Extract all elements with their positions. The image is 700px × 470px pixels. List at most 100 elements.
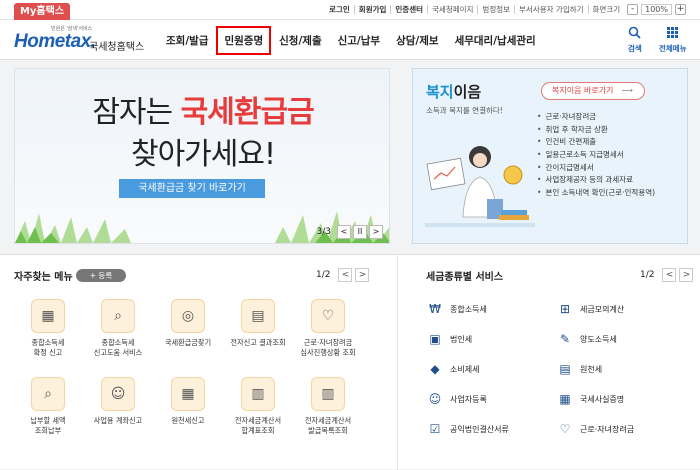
favorite-item-label: 전자신고 결과조회 bbox=[230, 338, 286, 347]
favorite-item-label: 종합소득세 확정 신고 bbox=[31, 338, 65, 357]
search-icon bbox=[628, 26, 642, 43]
favorite-item-label: 사업용 계좌신고 bbox=[93, 416, 143, 425]
signup-link[interactable]: 회원가입 bbox=[355, 5, 392, 14]
document-edit-icon: ✎ bbox=[559, 332, 571, 346]
banner-pause-button[interactable]: II bbox=[353, 225, 367, 239]
welfare-list: 근로·자녀장려금 취업 후 학자금 상환 인건비 간편제출 일용근로소득 지급명… bbox=[537, 111, 655, 200]
building-icon: ▣ bbox=[429, 332, 441, 346]
cert-center-link[interactable]: 인증센터 bbox=[391, 5, 429, 14]
register-favorite-button[interactable]: + 등록 bbox=[76, 269, 126, 282]
favorite-item-incentive-status[interactable]: ♡ 근로·자녀장려금 심사진행상황 조회 bbox=[294, 299, 362, 358]
service-label: 소비제세 bbox=[450, 364, 480, 374]
welfare-link-button[interactable]: 복지이음 바로가기 ⟶ bbox=[541, 82, 645, 100]
favorite-item-label: 납부할 세액 조회납부 bbox=[30, 416, 66, 435]
utility-links: 로그인 회원가입 인증센터 국세청페이지 범정정보 부서사용자 가입하기 화면크… bbox=[325, 4, 686, 15]
favorite-item-income-tax-help[interactable]: ⌕ 종합소득세 신고도움 서비스 bbox=[84, 299, 152, 358]
welfare-item[interactable]: 사업장제공자 등의 과세자료 bbox=[537, 174, 655, 187]
nav-apply-submit[interactable]: 신청/제출 bbox=[271, 33, 329, 48]
banner-next-button[interactable]: > bbox=[369, 225, 383, 239]
favorite-item-einvoice-list[interactable]: ▥ 전자세금계산서 발급목록조회 bbox=[294, 377, 362, 436]
welfare-item[interactable]: 취업 후 학자금 상환 bbox=[537, 124, 655, 137]
grid-icon bbox=[659, 26, 687, 43]
welfare-subtitle: 소득과 복지를 연결하다! bbox=[426, 106, 503, 115]
invoice-icon: ▥ bbox=[241, 377, 275, 411]
favorite-item-einvoice-summary[interactable]: ▥ 전자세금계산서 합계표조회 bbox=[224, 377, 292, 436]
nav-tax-agent[interactable]: 세무대리/납세관리 bbox=[447, 33, 544, 48]
services-pager: 1/2 < > bbox=[640, 268, 694, 282]
zoom-out-button[interactable]: - bbox=[627, 4, 639, 15]
heart-icon: ♡ bbox=[559, 422, 571, 436]
arrow-right-icon: ⟶ bbox=[621, 86, 633, 95]
favorites-title: 자주찾는 메뉴 bbox=[14, 272, 73, 283]
banner-highlight: 국세환급금 bbox=[180, 95, 315, 130]
banner-prev-button[interactable]: < bbox=[337, 225, 351, 239]
dept-user-signup-link[interactable]: 부서사용자 가입하기 bbox=[515, 5, 589, 14]
top-utility-bar: My홈택스 로그인 회원가입 인증센터 국세청페이지 범정정보 부서사용자 가입… bbox=[0, 0, 700, 20]
services-prev-button[interactable]: < bbox=[662, 268, 677, 282]
law-info-link[interactable]: 범정정보 bbox=[478, 5, 516, 14]
calendar-icon: ▦ bbox=[171, 377, 205, 411]
welfare-item[interactable]: 일용근로소득 지급명세서 bbox=[537, 149, 655, 162]
service-label: 원천세 bbox=[580, 364, 603, 374]
service-label: 사업자등록 bbox=[450, 394, 487, 404]
woman-illustration bbox=[425, 146, 535, 227]
service-label: 종합소득세 bbox=[450, 304, 487, 314]
login-link[interactable]: 로그인 bbox=[325, 5, 355, 14]
welfare-title-a: 복지 bbox=[426, 83, 454, 101]
welfare-item[interactable]: 본인 소득내역 확인(근로·인적용역) bbox=[537, 187, 655, 200]
service-consumption-tax[interactable]: ◆ 소비제세 bbox=[426, 359, 479, 379]
service-label: 세금모의계산 bbox=[580, 304, 625, 314]
invoice-icon: ▥ bbox=[311, 377, 345, 411]
logo-wordmark: Hometax. bbox=[14, 31, 96, 52]
favorite-item-business-account[interactable]: ☺ 사업용 계좌신고 bbox=[84, 377, 152, 426]
nav-civil-certificate[interactable]: 민원증명 bbox=[216, 25, 272, 55]
service-earned-income-credit[interactable]: ♡ 근로·자녀장려금 bbox=[556, 419, 634, 439]
document-icon: ▤ bbox=[241, 299, 275, 333]
refund-banner[interactable]: 잠자는 국세환급금 찾아가세요! 국세환급금 찾기 바로가기 3/3 < II … bbox=[14, 68, 390, 244]
favorite-item-tax-payment[interactable]: ⌕ 납부할 세액 조회납부 bbox=[14, 377, 82, 436]
favorites-next-button[interactable]: > bbox=[355, 268, 370, 282]
favorites-prev-button[interactable]: < bbox=[338, 268, 353, 282]
welfare-item[interactable]: 인건비 간편제출 bbox=[537, 136, 655, 149]
service-label: 공익법인결산서류 bbox=[450, 424, 509, 434]
zoom-control: - 100% + bbox=[627, 4, 686, 15]
favorite-item-efiling-result[interactable]: ▤ 전자신고 결과조회 bbox=[224, 299, 292, 348]
search-button[interactable]: 검색 bbox=[628, 26, 642, 54]
tax-services-title: 세금종류별 서비스 bbox=[426, 272, 504, 283]
service-tax-simulation[interactable]: ⊞ 세금모의계산 bbox=[556, 299, 624, 319]
banner-headline-1: 잠자는 국세환급금 bbox=[15, 87, 389, 131]
screen-size-label: 화면크기 bbox=[592, 5, 621, 14]
banner-headline-2: 찾아가세요! bbox=[130, 137, 276, 172]
heart-search-icon: ♡ bbox=[311, 299, 345, 333]
welfare-item[interactable]: 근로·자녀장려금 bbox=[537, 111, 655, 124]
service-withholding-tax[interactable]: ▤ 원천세 bbox=[556, 359, 602, 379]
nav-report-pay[interactable]: 신고/납부 bbox=[330, 33, 388, 48]
hometax-logo[interactable]: 민원은 '삼색'서비스 Hometax. 국세청홈택스 bbox=[14, 25, 154, 55]
nav-inquiry-issue[interactable]: 조회/발급 bbox=[158, 33, 216, 48]
favorite-item-refund[interactable]: ◎ 국세환급금찾기 bbox=[154, 299, 222, 348]
section-divider bbox=[397, 255, 398, 470]
welfare-panel: 복지이음 소득과 복지를 연결하다! 복지이음 바로가기 ⟶ 근로·자녀장려금 취… bbox=[412, 68, 688, 244]
all-menu-button[interactable]: 전체메뉴 bbox=[659, 26, 687, 54]
calculator-icon: ⊞ bbox=[559, 302, 571, 316]
service-corporate-tax[interactable]: ▣ 법인세 bbox=[426, 329, 472, 349]
my-hometax-tab[interactable]: My홈택스 bbox=[14, 3, 70, 20]
favorite-item-withholding-tax[interactable]: ▦ 원천세신고 bbox=[154, 377, 222, 426]
service-public-corp-settlement[interactable]: ☑ 공익법인결산서류 bbox=[426, 419, 509, 439]
favorites-page-indicator: 1/2 bbox=[316, 270, 331, 280]
service-business-registration[interactable]: ☺ 사업자등록 bbox=[426, 389, 487, 409]
zoom-in-button[interactable]: + bbox=[675, 4, 686, 15]
nav-consult-report[interactable]: 상담/제보 bbox=[388, 33, 446, 48]
service-income-tax[interactable]: ₩ 종합소득세 bbox=[426, 299, 487, 319]
welfare-link-label: 복지이음 바로가기 bbox=[552, 86, 614, 95]
search-label: 검색 bbox=[628, 44, 642, 53]
all-menu-label: 전체메뉴 bbox=[659, 44, 687, 53]
nts-page-link[interactable]: 국세청페이지 bbox=[428, 5, 479, 14]
service-transfer-tax[interactable]: ✎ 양도소득세 bbox=[556, 329, 617, 349]
document-search-icon: ⌕ bbox=[101, 299, 135, 333]
service-tax-fact-certificate[interactable]: ▦ 국세사실증명 bbox=[556, 389, 624, 409]
welfare-item[interactable]: 간이지급명세서 bbox=[537, 162, 655, 175]
favorite-item-income-tax-filing[interactable]: ▦ 종합소득세 확정 신고 bbox=[14, 299, 82, 358]
refund-find-button[interactable]: 국세환급금 찾기 바로가기 bbox=[119, 179, 265, 198]
services-next-button[interactable]: > bbox=[679, 268, 694, 282]
